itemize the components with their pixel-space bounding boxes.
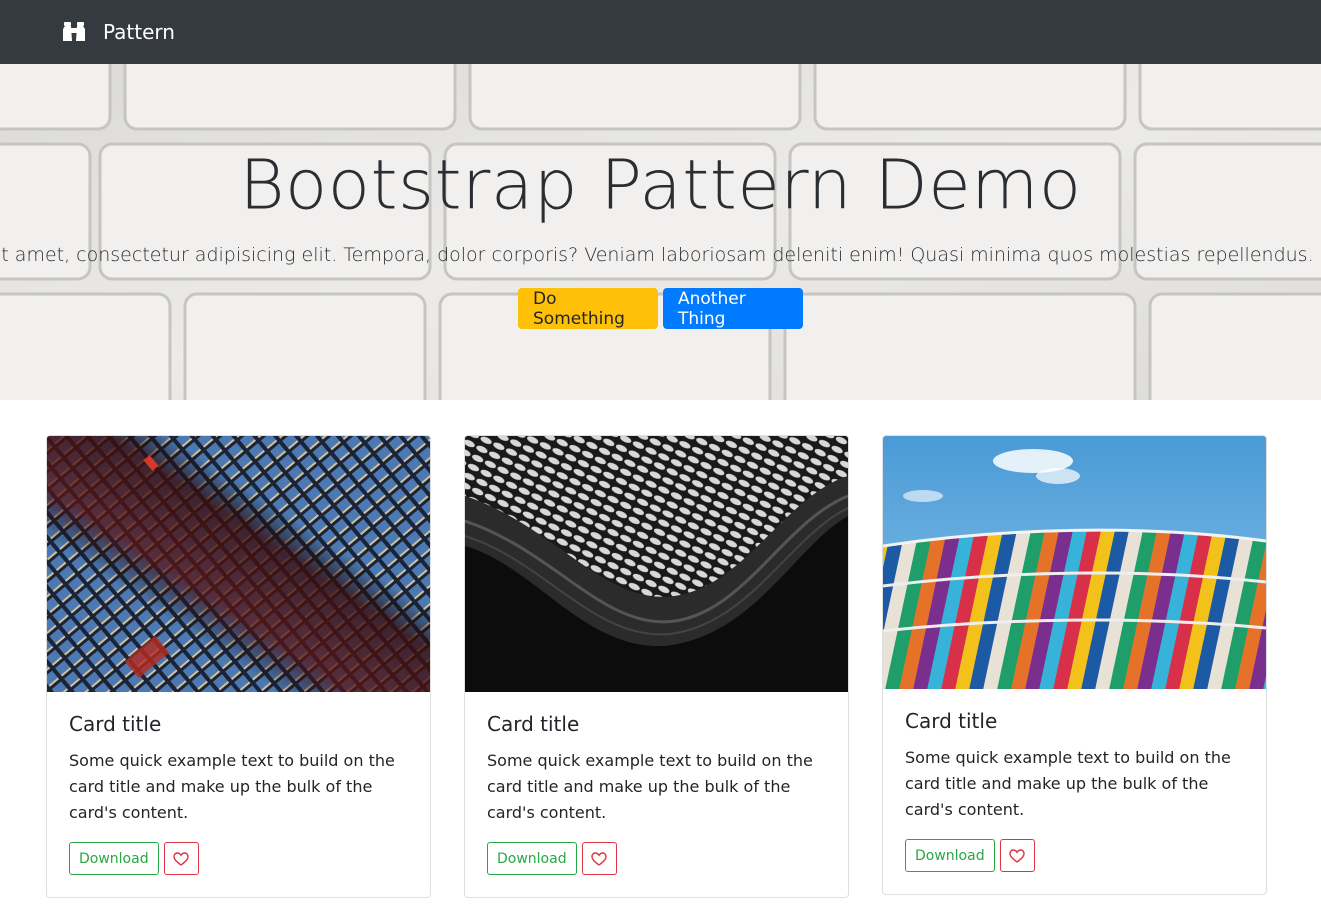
card-title: Card title bbox=[487, 712, 580, 736]
navbar: Pattern bbox=[0, 0, 1321, 64]
do-something-button[interactable]: Do Something bbox=[518, 288, 658, 329]
favorite-button[interactable] bbox=[999, 839, 1035, 872]
card-image-colorful-building bbox=[883, 436, 1266, 689]
heart-icon bbox=[173, 851, 189, 866]
card-1: Card title Some quick example text to bu… bbox=[46, 435, 431, 898]
brand-label: Pattern bbox=[103, 20, 175, 44]
card-text: Some quick example text to build on the … bbox=[905, 748, 1231, 819]
download-button[interactable]: Download bbox=[69, 842, 159, 875]
hero-jumbotron: Bootstrap Pattern Demo Lorem ipsum dolor… bbox=[0, 64, 1321, 400]
card-body: Card title Some quick example text to bu… bbox=[883, 689, 1266, 894]
card-text: Some quick example text to build on the … bbox=[487, 751, 813, 822]
binoculars-icon bbox=[63, 22, 85, 41]
heart-icon bbox=[1009, 848, 1025, 863]
card-title: Card title bbox=[905, 709, 998, 733]
card-3: Card title Some quick example text to bu… bbox=[882, 435, 1267, 895]
card-text: Some quick example text to build on the … bbox=[69, 751, 395, 822]
card-actions: Download bbox=[487, 842, 826, 875]
hero-lead: Lorem ipsum dolor sit amet, consectetur … bbox=[0, 244, 1321, 266]
favorite-button[interactable] bbox=[163, 842, 199, 875]
card-image-wave-architecture bbox=[465, 436, 848, 692]
hero-title: Bootstrap Pattern Demo bbox=[239, 145, 1082, 226]
card-title: Card title bbox=[69, 712, 162, 736]
another-thing-button[interactable]: Another Thing bbox=[663, 288, 803, 329]
favorite-button[interactable] bbox=[581, 842, 617, 875]
card-image-blue-building bbox=[47, 436, 430, 692]
card-body: Card title Some quick example text to bu… bbox=[47, 692, 430, 897]
heart-icon bbox=[591, 851, 607, 866]
hero-buttons: Do Something Another Thing bbox=[0, 288, 1321, 329]
card-actions: Download bbox=[69, 842, 408, 875]
hero-lead-text: Lorem ipsum dolor sit amet, consectetur … bbox=[0, 244, 1314, 266]
download-button[interactable]: Download bbox=[905, 839, 995, 872]
card-actions: Download bbox=[905, 839, 1244, 872]
navbar-brand[interactable]: Pattern bbox=[62, 0, 175, 64]
brick-wall-background bbox=[0, 64, 1321, 400]
download-button[interactable]: Download bbox=[487, 842, 577, 875]
card-2: Card title Some quick example text to bu… bbox=[464, 435, 849, 898]
card-body: Card title Some quick example text to bu… bbox=[465, 692, 848, 897]
